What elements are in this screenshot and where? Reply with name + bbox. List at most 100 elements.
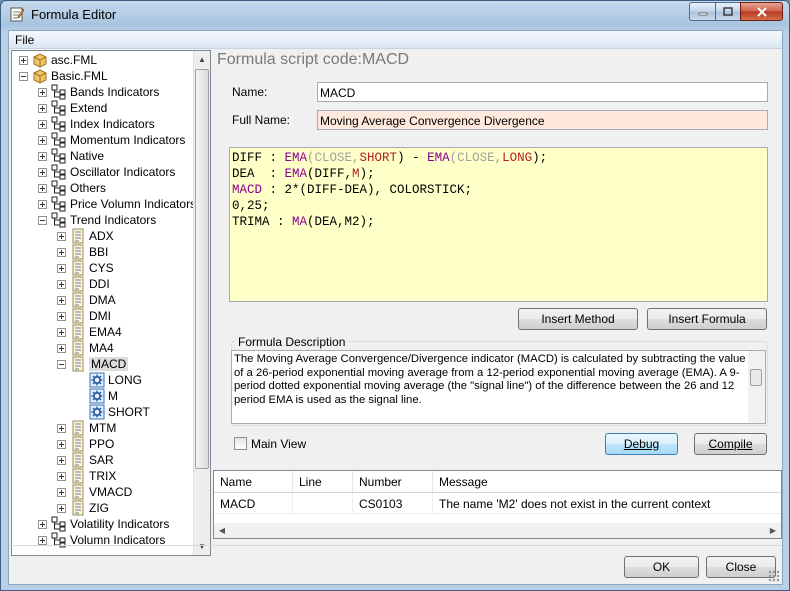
error-number-cell[interactable]: CS0103 [353, 494, 433, 514]
category-hierarchy-icon [51, 148, 66, 164]
collapse-icon[interactable] [57, 359, 66, 369]
expand-icon[interactable] [57, 503, 66, 513]
tree-node[interactable]: EMA4 [57, 324, 122, 340]
error-line-cell[interactable] [293, 494, 353, 514]
expand-icon[interactable] [57, 295, 66, 305]
tree-node[interactable]: Bands Indicators [38, 84, 159, 100]
expand-icon[interactable] [38, 135, 47, 145]
resize-grip[interactable] [768, 570, 780, 582]
expand-icon[interactable] [38, 119, 47, 129]
expand-icon[interactable] [38, 87, 47, 97]
main-view-checkbox[interactable] [234, 437, 247, 450]
description-textbox[interactable]: The Moving Average Convergence/Divergenc… [231, 350, 766, 424]
title-bar[interactable]: Formula Editor [1, 1, 789, 29]
tree-node[interactable]: ZIG [57, 500, 109, 516]
minimize-button[interactable] [689, 2, 716, 21]
scroll-right-arrow-icon[interactable]: ▶ [765, 523, 781, 538]
menu-file[interactable]: File [15, 33, 34, 47]
tree-node[interactable]: SHORT [76, 404, 150, 420]
tree-scrollbar[interactable]: ▲ ▼ [193, 51, 210, 555]
scroll-left-arrow-icon[interactable]: ◀ [214, 523, 230, 538]
name-field[interactable]: MACD [317, 82, 768, 102]
expand-icon[interactable] [38, 167, 47, 177]
main-view-label[interactable]: Main View [251, 437, 306, 451]
tree-node[interactable]: CYS [57, 260, 114, 276]
tree-node[interactable]: M [76, 388, 118, 404]
close-icon [756, 6, 767, 17]
ok-button[interactable]: OK [624, 556, 699, 578]
expand-icon[interactable] [57, 279, 66, 289]
expand-icon[interactable] [57, 327, 66, 337]
tree-node[interactable]: Price Volumn Indicators [38, 196, 195, 212]
tree-node[interactable]: Others [38, 180, 106, 196]
expand-icon[interactable] [19, 55, 28, 65]
formula-tree[interactable]: asc.FML Basic.FML Bands Indicators Extend In… [11, 50, 211, 556]
tree-node[interactable]: Momentum Indicators [38, 132, 185, 148]
tree-node[interactable]: asc.FML [19, 52, 97, 68]
compile-button[interactable]: Compile [694, 433, 767, 455]
expand-icon[interactable] [57, 343, 66, 353]
maximize-button[interactable] [715, 2, 741, 21]
tree-node[interactable]: DDI [57, 276, 110, 292]
debug-button[interactable]: Debug [605, 433, 678, 455]
errors-grid[interactable]: Name Line Number Message MACD CS0103 The… [213, 470, 782, 539]
expand-icon[interactable] [57, 311, 66, 321]
tree-node[interactable]: Oscillator Indicators [38, 164, 175, 180]
close-window-button[interactable] [740, 2, 783, 21]
tree-node[interactable]: MACD [57, 356, 129, 372]
scroll-up-arrow-icon[interactable]: ▲ [194, 51, 210, 68]
expand-icon[interactable] [38, 183, 47, 193]
tree-node[interactable]: Volatility Indicators [38, 516, 169, 532]
category-hierarchy-icon [51, 516, 66, 532]
parameter-gear-icon [89, 404, 105, 420]
expand-icon[interactable] [57, 231, 66, 241]
description-caption: Formula Description [235, 335, 349, 349]
tree-node[interactable]: Index Indicators [38, 116, 155, 132]
expand-icon[interactable] [57, 423, 66, 433]
description-scrollbar[interactable] [748, 351, 765, 423]
tree-node[interactable]: MTM [57, 420, 116, 436]
tree-node[interactable]: DMI [57, 308, 111, 324]
insert-formula-button[interactable]: Insert Formula [647, 308, 767, 330]
collapse-icon[interactable] [38, 215, 47, 225]
tree-node[interactable]: Trend Indicators [38, 212, 156, 228]
insert-method-button[interactable]: Insert Method [518, 308, 638, 330]
expand-icon[interactable] [38, 519, 47, 529]
tree-node[interactable]: VMACD [57, 484, 132, 500]
fullname-field[interactable]: Moving Average Convergence Divergence [317, 110, 768, 130]
col-header-message[interactable]: Message [433, 471, 781, 493]
expand-icon[interactable] [57, 471, 66, 481]
tree-node[interactable]: Native [38, 148, 104, 164]
col-header-line[interactable]: Line [293, 471, 353, 493]
scroll-thumb[interactable] [195, 69, 209, 469]
expand-icon[interactable] [38, 199, 47, 209]
error-name-cell[interactable]: MACD [214, 494, 293, 514]
tree-node[interactable]: ADX [57, 228, 114, 244]
expand-icon[interactable] [57, 263, 66, 273]
tree-node[interactable]: Basic.FML [19, 68, 108, 84]
expand-icon[interactable] [38, 535, 47, 545]
expand-icon[interactable] [57, 247, 66, 257]
tree-node[interactable]: SAR [57, 452, 114, 468]
close-button[interactable]: Close [706, 556, 776, 578]
col-header-name[interactable]: Name [214, 471, 293, 493]
tree-node[interactable]: PPO [57, 436, 114, 452]
tree-node[interactable]: LONG [76, 372, 142, 388]
col-header-number[interactable]: Number [353, 471, 433, 493]
tree-node[interactable]: DMA [57, 292, 116, 308]
tree-node[interactable]: TRIX [57, 468, 116, 484]
expand-icon[interactable] [38, 103, 47, 113]
tree-node[interactable]: Extend [38, 100, 107, 116]
expand-icon[interactable] [57, 439, 66, 449]
expand-icon[interactable] [38, 151, 47, 161]
error-message-cell[interactable]: The name 'M2' does not exist in the curr… [433, 494, 781, 514]
tree-node[interactable]: BBI [57, 244, 108, 260]
expand-icon[interactable] [57, 455, 66, 465]
tree-node[interactable]: MA4 [57, 340, 114, 356]
code-editor[interactable]: DIFF : EMA(CLOSE,SHORT) - EMA(CLOSE,LONG… [229, 147, 768, 302]
scroll-down-arrow-icon[interactable]: ▼ [194, 538, 210, 555]
expand-icon[interactable] [57, 487, 66, 497]
errors-hscrollbar[interactable]: ◀ ▶ [214, 523, 781, 538]
description-scroll-thumb[interactable] [750, 369, 762, 386]
collapse-icon[interactable] [19, 71, 28, 81]
